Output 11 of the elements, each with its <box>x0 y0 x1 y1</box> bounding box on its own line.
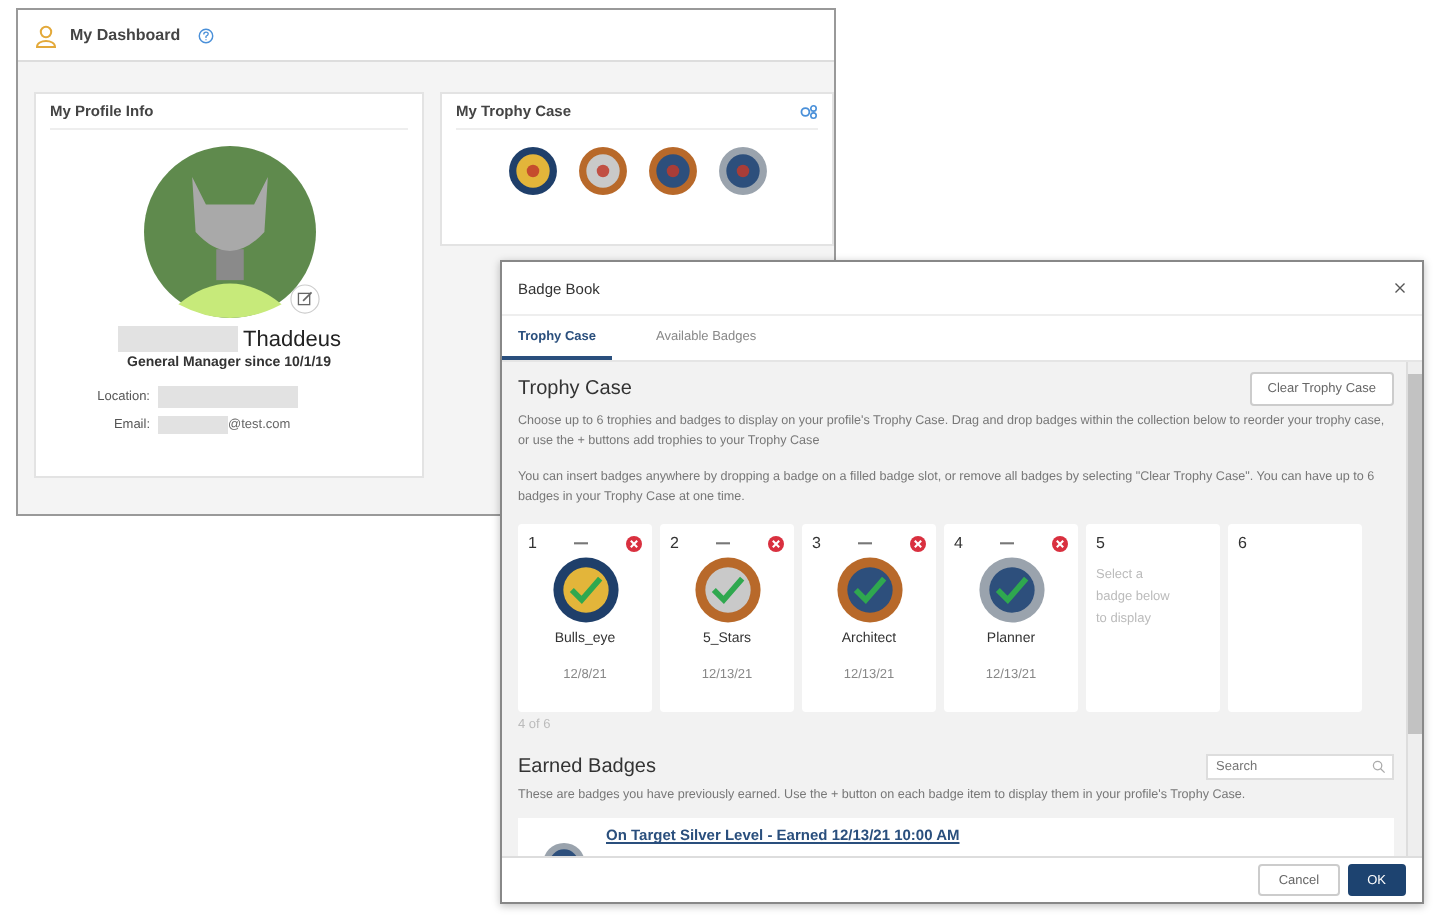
slot-number: 5 <box>1096 534 1105 553</box>
section-title: Earned Badges <box>518 755 656 778</box>
section-title: Trophy Case <box>518 378 632 400</box>
slot-number: 1 <box>528 534 537 553</box>
profile-name: Thaddeus <box>243 327 341 351</box>
slot-number: 2 <box>670 534 679 553</box>
dashboard-title: My Dashboard <box>70 26 181 44</box>
slot-number: 3 <box>812 534 821 553</box>
trophy-slot[interactable]: 6 <box>1228 524 1362 713</box>
slot-number: 4 <box>954 534 963 553</box>
slot-number: 6 <box>1238 534 1247 553</box>
